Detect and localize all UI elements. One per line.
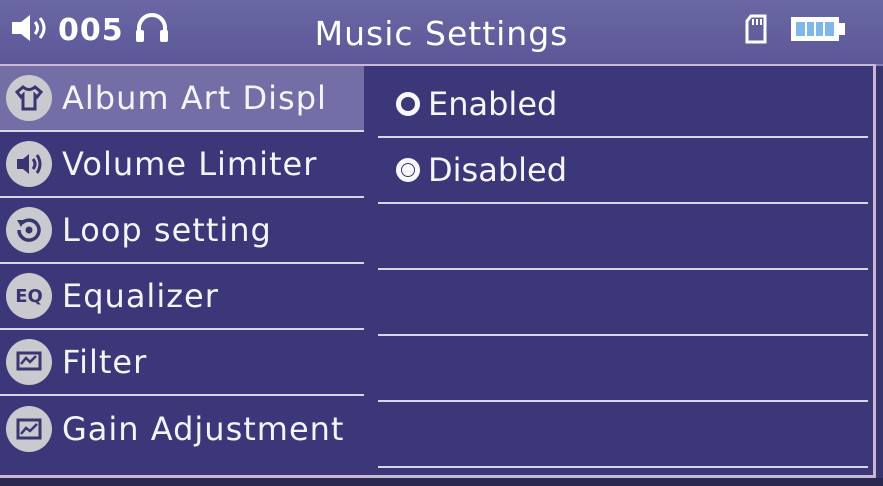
menu-item-label: Gain Adjustment bbox=[62, 410, 345, 448]
option-list: Enabled Disabled bbox=[378, 66, 868, 476]
menu-item-gain-adjustment[interactable]: Gain Adjustment bbox=[0, 396, 364, 462]
radio-unchecked-icon[interactable] bbox=[396, 92, 420, 116]
shirt-icon bbox=[6, 75, 52, 121]
menu-item-label: Equalizer bbox=[62, 277, 219, 315]
settings-panel: Album Art Displ Volume Limiter Loop sett… bbox=[0, 64, 876, 478]
menu-item-filter[interactable]: Filter bbox=[0, 330, 364, 396]
filter-icon bbox=[6, 339, 52, 385]
settings-menu: Album Art Displ Volume Limiter Loop sett… bbox=[0, 66, 364, 476]
option-empty-row bbox=[378, 204, 868, 270]
menu-item-loop-setting[interactable]: Loop setting bbox=[0, 198, 364, 264]
option-empty-row bbox=[378, 336, 868, 402]
status-right bbox=[745, 14, 847, 48]
option-disabled[interactable]: Disabled bbox=[378, 138, 868, 204]
option-label: Disabled bbox=[428, 151, 568, 189]
menu-item-volume-limiter[interactable]: Volume Limiter bbox=[0, 132, 364, 198]
status-bar: 005 Music Settings bbox=[0, 0, 883, 66]
menu-item-label: Filter bbox=[62, 343, 148, 381]
eq-icon-text: EQ bbox=[15, 285, 43, 307]
menu-item-label: Album Art Displ bbox=[62, 79, 327, 117]
menu-item-label: Volume Limiter bbox=[62, 145, 318, 183]
option-empty-row bbox=[378, 270, 868, 336]
menu-item-label: Loop setting bbox=[62, 211, 272, 249]
screen: 005 Music Settings Album Art Displ Volum… bbox=[0, 0, 883, 486]
eq-icon: EQ bbox=[6, 273, 52, 319]
gain-icon bbox=[6, 406, 52, 452]
speaker-icon bbox=[6, 141, 52, 187]
option-enabled[interactable]: Enabled bbox=[378, 72, 868, 138]
option-label: Enabled bbox=[428, 85, 558, 123]
menu-item-equalizer[interactable]: EQ Equalizer bbox=[0, 264, 364, 330]
menu-item-album-art-display[interactable]: Album Art Displ bbox=[0, 66, 364, 132]
sd-card-icon bbox=[745, 14, 767, 48]
device-bezel bbox=[0, 478, 883, 486]
battery-icon bbox=[789, 14, 847, 48]
loop-icon bbox=[6, 207, 52, 253]
option-empty-row bbox=[378, 402, 868, 468]
radio-checked-icon[interactable] bbox=[396, 158, 420, 182]
